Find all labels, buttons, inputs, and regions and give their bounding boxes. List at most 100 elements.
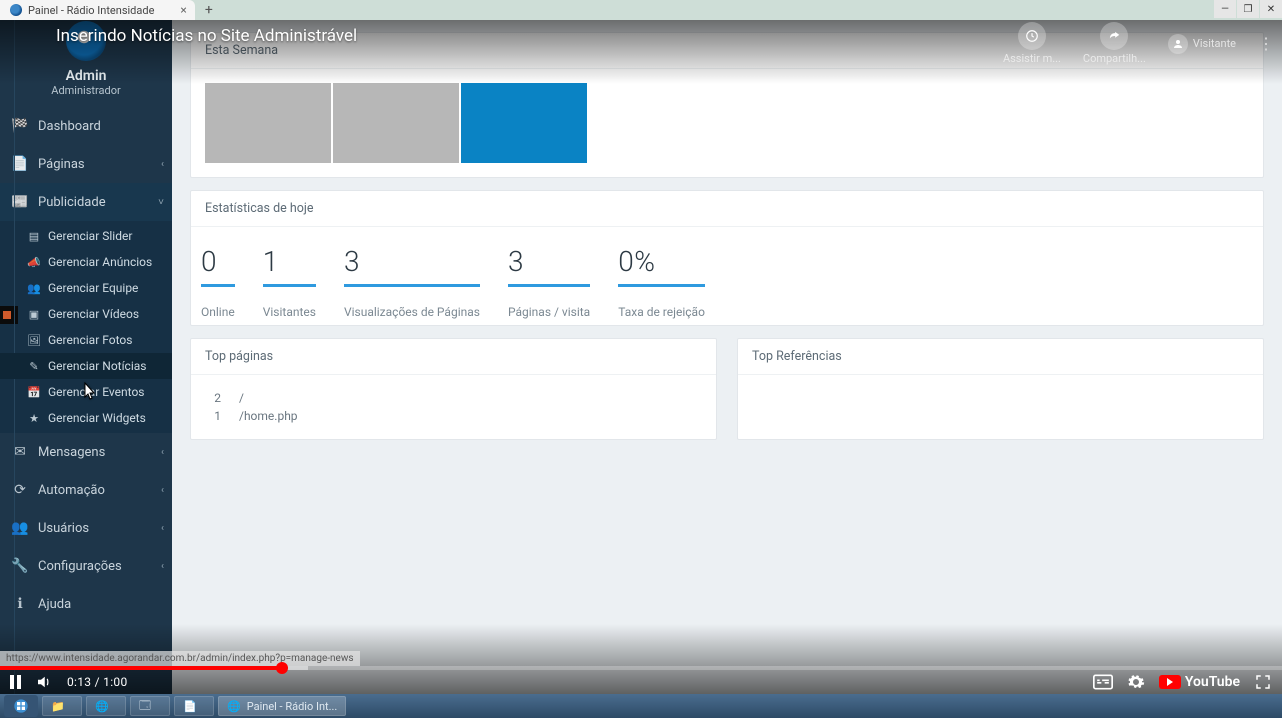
window-minimize-icon[interactable]: — (1214, 0, 1236, 18)
subitem-label: Gerenciar Anúncios (48, 255, 152, 269)
chevron-left-icon: ‹ (161, 485, 164, 496)
video-title[interactable]: Inserindo Notícias no Site Administrável (56, 26, 357, 46)
tab-favicon-icon (10, 4, 22, 16)
browser-chrome: Painel - Rádio Intensidade × + — ❐ ✕ (0, 0, 1282, 20)
subitem-label: Gerenciar Equipe (48, 281, 138, 295)
sidebar-item-automacao[interactable]: ⟳ Automação ‹ (0, 471, 172, 509)
taskbar-item[interactable]: 🌐Painel - Rádio Int... (218, 696, 346, 716)
sidebar-item-usuarios[interactable]: 👥 Usuários ‹ (0, 509, 172, 547)
stat-item: 0%Taxa de rejeição (618, 245, 705, 319)
volume-button[interactable] (35, 673, 53, 691)
subtitles-button[interactable] (1093, 674, 1113, 690)
star-icon: ★ (26, 412, 42, 425)
window-maximize-icon[interactable]: ❐ (1237, 0, 1259, 18)
panel-title: Top Referências (738, 339, 1263, 375)
subitem-label: Gerenciar Slider (48, 229, 132, 243)
person-icon (1168, 34, 1188, 54)
subitem-videos[interactable]: ▣ Gerenciar Vídeos (0, 301, 172, 327)
sidebar-item-publicidade[interactable]: 📰 Publicidade ˅ (0, 183, 172, 221)
subitem-fotos[interactable]: 🖼Gerenciar Fotos (0, 327, 172, 353)
sidebar-item-paginas[interactable]: 📄 Páginas ‹ (0, 145, 172, 183)
page-count: 1 (209, 409, 221, 423)
edit-icon: ✎ (26, 360, 42, 373)
new-tab-button[interactable]: + (205, 2, 213, 18)
clock-icon (1018, 22, 1046, 50)
time-current: 0:13 (67, 675, 91, 689)
taskbar-app-icon: 📄 (183, 700, 197, 713)
window-close-icon[interactable]: ✕ (1260, 0, 1282, 18)
share-button[interactable]: Compartilh... (1083, 22, 1146, 65)
stat-label: Visitantes (263, 305, 316, 319)
taskbar-item[interactable]: 🗔 (130, 696, 170, 716)
slider-icon: ▤ (26, 230, 42, 243)
bullhorn-icon: 📣 (26, 256, 42, 269)
stat-item: 3Visualizações de Páginas (344, 245, 480, 319)
top-page-row: 2/ (205, 389, 702, 407)
subitem-equipe[interactable]: 👥Gerenciar Equipe (0, 275, 172, 301)
subitem-anuncios[interactable]: 📣 Gerenciar Anúncios (0, 249, 172, 275)
stat-label: Online (201, 305, 235, 319)
stat-underline (508, 284, 590, 287)
sidebar-item-configuracoes[interactable]: 🔧 Configurações ‹ (0, 547, 172, 585)
chevron-left-icon: ‹ (161, 159, 164, 170)
sidebar-item-label: Configurações (38, 559, 122, 574)
mail-icon: ✉ (10, 444, 30, 460)
subitem-eventos[interactable]: 📅Gerenciar Eventos (0, 379, 172, 405)
stat-underline (263, 284, 316, 287)
sidebar-submenu-publicidade: ▤ Gerenciar Slider 📣 Gerenciar Anúncios 👥G… (0, 221, 172, 433)
page-icon: 📄 (10, 156, 30, 172)
subitem-label: Gerenciar Widgets (48, 411, 146, 425)
taskbar-app-icon: 🌐 (95, 700, 109, 713)
page-path: /home.php (239, 409, 298, 423)
window-controls: — ❐ ✕ (1213, 0, 1282, 18)
info-icon: ℹ (10, 596, 30, 612)
taskbar: 📁 🌐 🗔 📄 🌐Painel - Rádio Int... (0, 694, 1282, 718)
pause-button[interactable] (10, 675, 21, 689)
stat-label: Páginas / visita (508, 305, 590, 319)
stat-value: 1 (263, 245, 316, 278)
taskbar-item[interactable]: 🌐 (86, 696, 126, 716)
stat-underline (344, 284, 480, 287)
more-menu-icon[interactable]: ⋮ (1258, 34, 1274, 53)
news-icon: 📰 (10, 194, 30, 210)
subitem-widgets[interactable]: ★ Gerenciar Widgets (0, 405, 172, 431)
chevron-down-icon: ˅ (158, 197, 164, 208)
panel-today-stats: Estatísticas de hoje 0 Online 1 Visitantes 3… (190, 190, 1264, 326)
browser-tab[interactable]: Painel - Rádio Intensidade × (0, 0, 195, 20)
settings-button[interactable] (1127, 673, 1145, 691)
watch-later-button[interactable]: Assistir m... (1003, 22, 1061, 65)
subitem-noticias[interactable]: ✎ Gerenciar Notícias (0, 353, 172, 379)
subitem-label: Gerenciar Notícias (48, 359, 146, 373)
week-chart (205, 83, 1249, 163)
video-controls: 0:13 / 1:00 YouTube (0, 670, 1282, 694)
stat-item: 1 Visitantes (263, 245, 316, 319)
taskbar-item[interactable]: 📄 (174, 696, 214, 716)
stat-value: 0 (201, 245, 235, 278)
fullscreen-button[interactable] (1254, 673, 1272, 691)
stat-underline (201, 284, 235, 287)
start-button[interactable] (4, 695, 38, 717)
youtube-logo-button[interactable]: YouTube (1159, 674, 1240, 690)
sidebar-item-label: Mensagens (38, 445, 105, 460)
tab-close-icon[interactable]: × (180, 3, 186, 17)
taskbar-item[interactable]: 📁 (42, 696, 82, 716)
youtube-label: YouTube (1185, 674, 1240, 690)
sidebar-item-mensagens[interactable]: ✉ Mensagens ‹ (0, 433, 172, 471)
video-time: 0:13 / 1:00 (67, 675, 128, 689)
top-refs-empty (738, 375, 1263, 403)
video-icon: ▣ (26, 308, 42, 321)
stats-row: 0 Online 1 Visitantes 3Visualizações de Pági… (191, 227, 1263, 325)
video-player[interactable]: Admin Administrador 🏁 Dashboard 📄 Página… (0, 20, 1282, 694)
chevron-left-icon: ‹ (161, 561, 164, 572)
sidebar-item-ajuda[interactable]: ℹ Ajuda (0, 585, 172, 623)
visitor-profile[interactable]: Visitante (1168, 34, 1236, 54)
sidebar-item-label: Páginas (38, 157, 85, 172)
chevron-left-icon: ‹ (161, 523, 164, 534)
main-content: Esta Semana Estatísticas de hoje 0Online… (172, 20, 1282, 694)
panel-title: Estatísticas de hoje (191, 191, 1263, 227)
subitem-slider[interactable]: ▤ Gerenciar Slider (0, 223, 172, 249)
tab-title: Painel - Rádio Intensidade (28, 4, 154, 17)
subitem-label: Gerenciar Vídeos (48, 307, 139, 321)
taskbar-app-icon: 🌐 (227, 700, 241, 713)
sidebar-item-dashboard[interactable]: 🏁 Dashboard (0, 107, 172, 145)
